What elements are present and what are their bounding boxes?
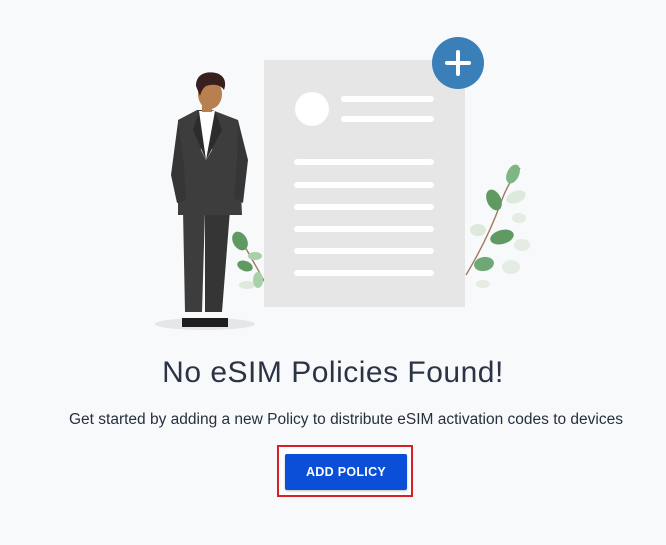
empty-state-description: Get started by adding a new Policy to di… [69,411,623,428]
person-icon [171,72,248,327]
empty-state-illustration [155,37,530,330]
empty-state-title: No eSIM Policies Found! [162,356,504,389]
plant-right-icon [465,164,530,288]
plus-icon [432,37,484,89]
empty-state: No eSIM Policies Found! Get started by a… [0,0,666,545]
document-icon [264,60,465,307]
plant-left-icon [232,231,269,289]
add-policy-button[interactable]: ADD POLICY [285,454,407,490]
